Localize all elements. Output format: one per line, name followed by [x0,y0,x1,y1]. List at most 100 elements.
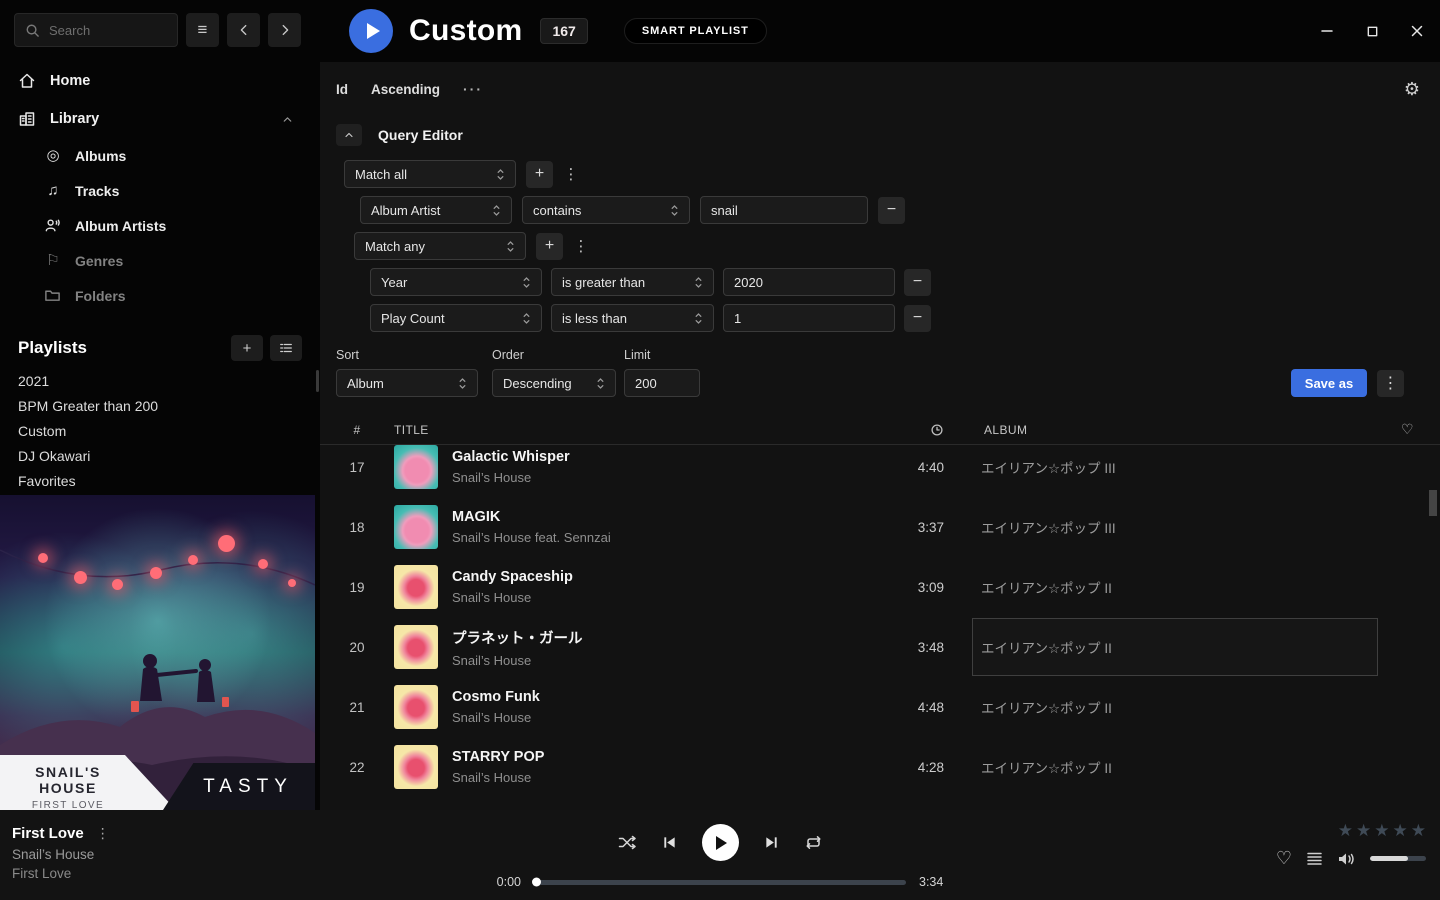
track-art-thumbnail [394,565,438,609]
disc-icon: ◎ [44,148,62,163]
track-album[interactable]: エイリアン☆ポップ II [972,558,1378,616]
add-rule-button[interactable]: + [526,161,553,188]
shuffle-button[interactable] [618,834,637,851]
now-playing-menu-button[interactable]: ⋮ [96,825,110,842]
sidebar-item-album-artists[interactable]: Album Artists [0,208,320,243]
track-album[interactable]: エイリアン☆ポップ II [972,738,1378,796]
group-match-type-select[interactable]: Match any [354,232,526,260]
previous-button[interactable] [662,835,677,850]
rule-operator-select[interactable]: is greater than [551,268,714,296]
play-pause-button[interactable] [702,824,739,861]
table-row[interactable]: 17 Galactic Whisper Snail’s House 4:40 エ… [320,445,1440,497]
column-header-duration[interactable] [882,423,972,437]
sort-direction-button[interactable]: Ascending [371,82,440,97]
rule-field-select[interactable]: Album Artist [360,196,512,224]
playlist-list-button[interactable] [270,335,302,361]
repeat-button[interactable] [804,834,823,851]
next-button[interactable] [764,835,779,850]
main-content: Id Ascending ··· ⚙ Query Editor Match al… [320,62,1440,810]
sidebar-scrollbar[interactable] [316,370,319,392]
save-as-button[interactable]: Save as [1291,369,1367,397]
heart-column-icon[interactable]: ♡ [1401,421,1414,438]
track-album[interactable]: エイリアン☆ポップ II [972,618,1378,676]
seek-slider[interactable] [534,880,906,885]
group-menu-button[interactable]: ⋮ [573,237,589,255]
titlebar: ≡ Custom 167 SMART PLAYLIST [0,0,1440,62]
sidebar-item-albums[interactable]: ◎ Albums [0,138,320,173]
menu-button[interactable]: ≡ [186,13,219,47]
query-editor-collapse-button[interactable] [336,124,362,146]
rule-value-input[interactable]: snail [700,196,868,224]
playlist-item[interactable]: Custom [0,418,320,443]
rule-field-select[interactable]: Year [370,268,542,296]
sidebar-item-folders[interactable]: Folders [0,278,320,313]
sidebar-item-home[interactable]: Home [0,62,320,100]
table-scrollbar-thumb[interactable] [1429,490,1437,516]
add-playlist-button[interactable]: + [231,335,263,361]
collapse-chevron-icon[interactable] [281,113,294,126]
more-options-button[interactable]: ··· [463,81,483,97]
playlist-item[interactable]: Favorites [0,468,320,493]
order-select[interactable]: Descending [492,369,616,397]
match-type-select[interactable]: Match all [344,160,516,188]
track-album[interactable]: エイリアン☆ポップ II [972,678,1378,736]
sort-field-button[interactable]: Id [336,82,348,97]
remove-rule-button[interactable]: − [904,269,931,296]
minimize-icon [1320,24,1334,38]
star-icon[interactable]: ★ [1374,822,1389,839]
star-icon[interactable]: ★ [1411,822,1426,839]
playlist-play-button[interactable] [349,9,393,53]
table-row[interactable]: 21 Cosmo Funk Snail’s House 4:48 エイリアン☆ポ… [320,677,1440,737]
back-button[interactable] [227,13,260,47]
previous-icon [662,835,677,850]
sidebar-toolbar: ≡ [0,0,320,62]
now-playing-album-art[interactable]: SNAIL'S HOUSE FIRST LOVE TASTY [0,495,315,810]
limit-input[interactable]: 200 [624,369,700,397]
forward-button[interactable] [268,13,301,47]
search-input[interactable] [49,23,159,38]
queue-button[interactable] [1306,851,1323,866]
track-number: 19 [320,580,394,595]
rating-stars[interactable]: ★ ★ ★ ★ ★ [1338,822,1426,839]
remove-rule-button[interactable]: − [904,305,931,332]
add-group-rule-button[interactable]: + [536,233,563,260]
sidebar-item-tracks[interactable]: ♫ Tracks [0,173,320,208]
column-header-album[interactable]: ALBUM [984,423,1027,437]
star-icon[interactable]: ★ [1356,822,1371,839]
table-row[interactable]: 20 プラネット・ガール Snail’s House 3:48 エイリアン☆ポッ… [320,617,1440,677]
playlist-item[interactable]: DJ Okawari [0,443,320,468]
favorite-button[interactable]: ♡ [1276,848,1292,869]
rule-value-input[interactable]: 2020 [723,268,895,296]
settings-gear-button[interactable]: ⚙ [1404,79,1420,100]
remove-rule-button[interactable]: − [878,197,905,224]
now-playing-title: First Love [12,825,84,842]
track-album[interactable]: エイリアン☆ポップ III [972,445,1378,496]
column-header-index[interactable]: # [320,423,394,437]
column-header-title[interactable]: TITLE [394,423,882,437]
volume-slider[interactable] [1370,856,1426,861]
table-row[interactable]: 18 MAGIK Snail’s House feat. Sennzai 3:3… [320,497,1440,557]
maximize-button[interactable] [1364,23,1380,39]
minimize-button[interactable] [1319,23,1335,39]
volume-button[interactable] [1337,851,1356,867]
close-button[interactable] [1409,23,1425,39]
table-row[interactable]: 19 Candy Spaceship Snail’s House 3:09 エイ… [320,557,1440,617]
seek-thumb[interactable] [532,878,541,887]
playlist-item[interactable]: BPM Greater than 200 [0,393,320,418]
playlist-item[interactable]: 2021 [0,368,320,393]
save-menu-button[interactable]: ⋮ [1377,370,1404,397]
star-icon[interactable]: ★ [1338,822,1353,839]
search-box[interactable] [14,13,178,47]
star-icon[interactable]: ★ [1393,822,1408,839]
rule-operator-select[interactable]: is less than [551,304,714,332]
rule-operator-select[interactable]: contains [522,196,690,224]
sidebar-item-library[interactable]: Library [0,100,320,138]
track-album[interactable]: エイリアン☆ポップ III [972,498,1378,556]
now-playing-artist: Snail’s House [12,847,110,862]
table-row[interactable]: 22 STARRY POP Snail’s House 4:28 エイリアン☆ポ… [320,737,1440,797]
sidebar-item-genres[interactable]: ⚐ Genres [0,243,320,278]
sort-select[interactable]: Album [336,369,478,397]
rule-group-menu-button[interactable]: ⋮ [563,165,579,183]
rule-value-input[interactable]: 1 [723,304,895,332]
rule-field-select[interactable]: Play Count [370,304,542,332]
